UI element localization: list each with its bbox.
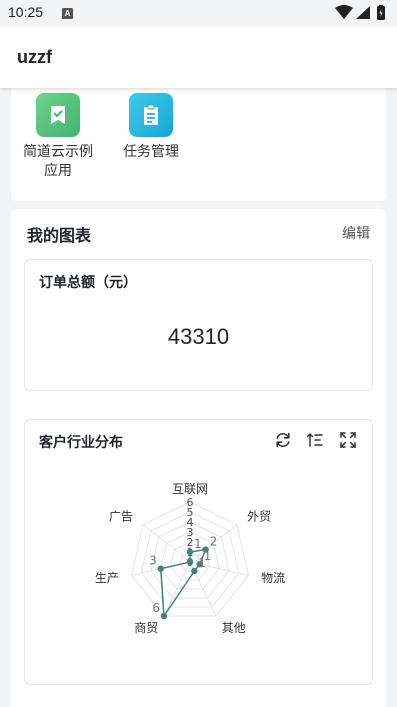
wifi-icon <box>335 5 353 19</box>
radar-indicator-label: 生产 <box>95 571 119 585</box>
status-bar: 10:25 A <box>0 0 397 26</box>
radar-value-label: 2 <box>210 535 218 549</box>
radar-value-label: 6 <box>152 601 160 615</box>
radar-indicator-label: 其他 <box>222 621 246 635</box>
radar-tick-label: 6 <box>187 496 194 509</box>
signal-icon <box>356 6 370 19</box>
app-bar: uzzf <box>0 26 397 88</box>
apps-card: 简道云示例应用 任务管理 <box>11 88 386 201</box>
radar-indicator-label: 互联网 <box>172 482 208 496</box>
radar-data-point <box>186 548 194 556</box>
radar-value-label: 3 <box>149 554 157 568</box>
widget-title: 订单总额（元） <box>39 275 137 291</box>
radar-indicator-label: 广告 <box>109 509 133 523</box>
bookmark-check-icon <box>36 93 80 137</box>
radar-indicator-label: 物流 <box>261 571 285 585</box>
industry-radar-chart: 互联网外贸物流其他商贸生产广告0123456121163 <box>95 482 285 635</box>
radar-value-label: 1 <box>198 556 206 570</box>
radar-value-label: 1 <box>194 537 202 551</box>
radar-data-point <box>160 612 168 620</box>
notification-icon: A <box>62 8 73 19</box>
my-charts-card: 我的图表 编辑 订单总额（元） 43310 客户行业分布 互联网 外贸 物流 其他 商贸… <box>11 209 386 707</box>
app-label: 任务管理 <box>123 144 179 160</box>
order-total-widget[interactable]: 订单总额（元） 43310 <box>24 259 373 391</box>
radar-indicator-label: 商贸 <box>134 620 158 635</box>
app-item-task-management[interactable]: 任务管理 <box>111 93 191 162</box>
radar-data-point <box>191 567 198 575</box>
edit-button[interactable]: 编辑 <box>342 223 370 243</box>
app-item-jiandaoyun-demo[interactable]: 简道云示例应用 <box>18 93 98 181</box>
app-label: 简道云示例应用 <box>23 144 93 179</box>
clipboard-icon <box>129 93 173 137</box>
my-charts-title: 我的图表 <box>27 226 92 245</box>
order-total-value: 43310 <box>167 324 230 349</box>
status-time: 10:25 <box>8 4 44 20</box>
app-title: uzzf <box>17 47 52 67</box>
radar-data-point <box>186 558 194 566</box>
status-icons <box>335 5 385 20</box>
industry-distribution-widget: 客户行业分布 互联网外贸物流其他商贸生产广告0123456121163 <box>24 419 373 685</box>
radar-indicator-label: 外贸 <box>247 509 271 523</box>
radar-data-point <box>157 565 164 572</box>
